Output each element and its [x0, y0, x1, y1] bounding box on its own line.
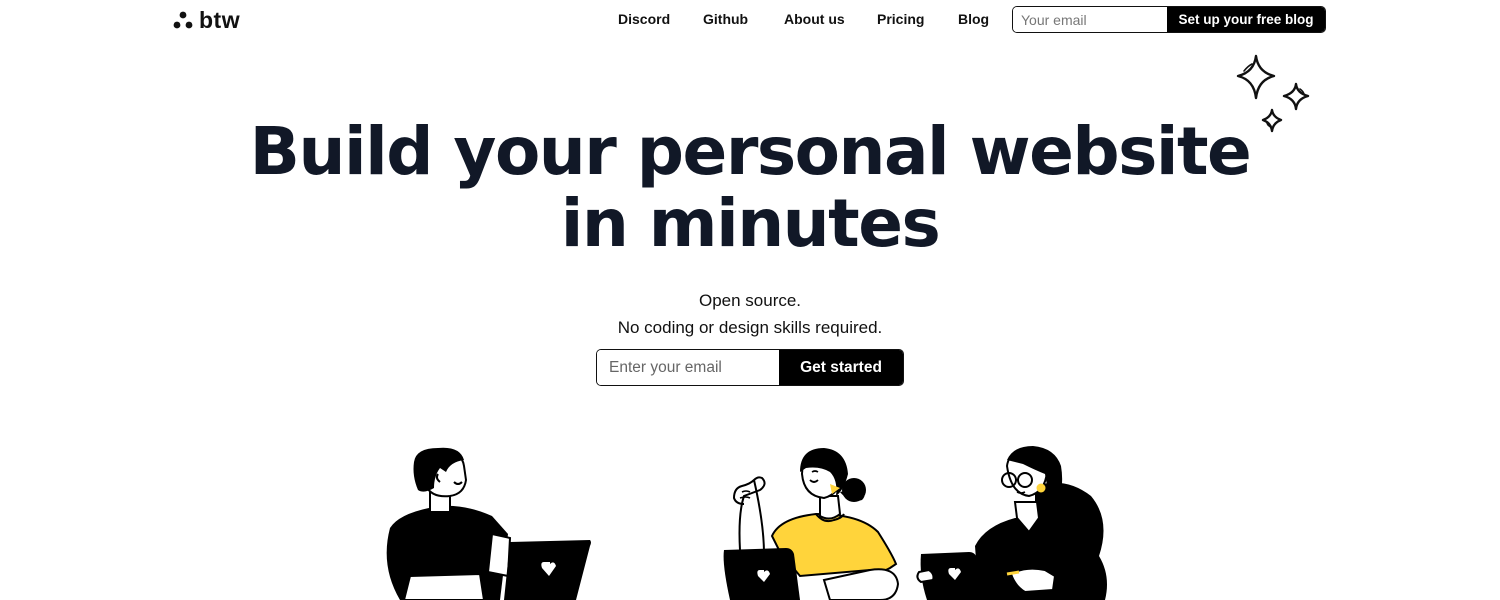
- hero-email-input[interactable]: [597, 350, 779, 385]
- hero-signup-form: Get started: [596, 349, 904, 386]
- hero-subtitle-2: No coding or design skills required.: [617, 318, 883, 337]
- nav-link-pricing[interactable]: Pricing: [877, 11, 924, 27]
- header-signup-form: Set up your free blog: [1012, 6, 1326, 33]
- header-email-input[interactable]: [1013, 7, 1167, 32]
- hero-subtitle-1: Open source.: [698, 291, 802, 310]
- headline-line-2: in minutes: [560, 185, 941, 262]
- person-with-laptop-icon: [386, 447, 591, 600]
- hero-headline: Build your personal website in minutes: [0, 116, 1500, 260]
- woman-with-glasses-tablet-icon: [916, 446, 1107, 600]
- get-started-button[interactable]: Get started: [779, 350, 903, 385]
- woman-raising-hand-icon: [723, 448, 900, 600]
- nav-link-github[interactable]: Github: [703, 11, 748, 27]
- headline-line-1: Build your personal website: [249, 113, 1252, 190]
- nav-link-blog[interactable]: Blog: [958, 11, 989, 27]
- nav-link-discord[interactable]: Discord: [618, 11, 670, 27]
- nav-link-about-us[interactable]: About us: [784, 11, 845, 27]
- setup-blog-button[interactable]: Set up your free blog: [1167, 7, 1325, 32]
